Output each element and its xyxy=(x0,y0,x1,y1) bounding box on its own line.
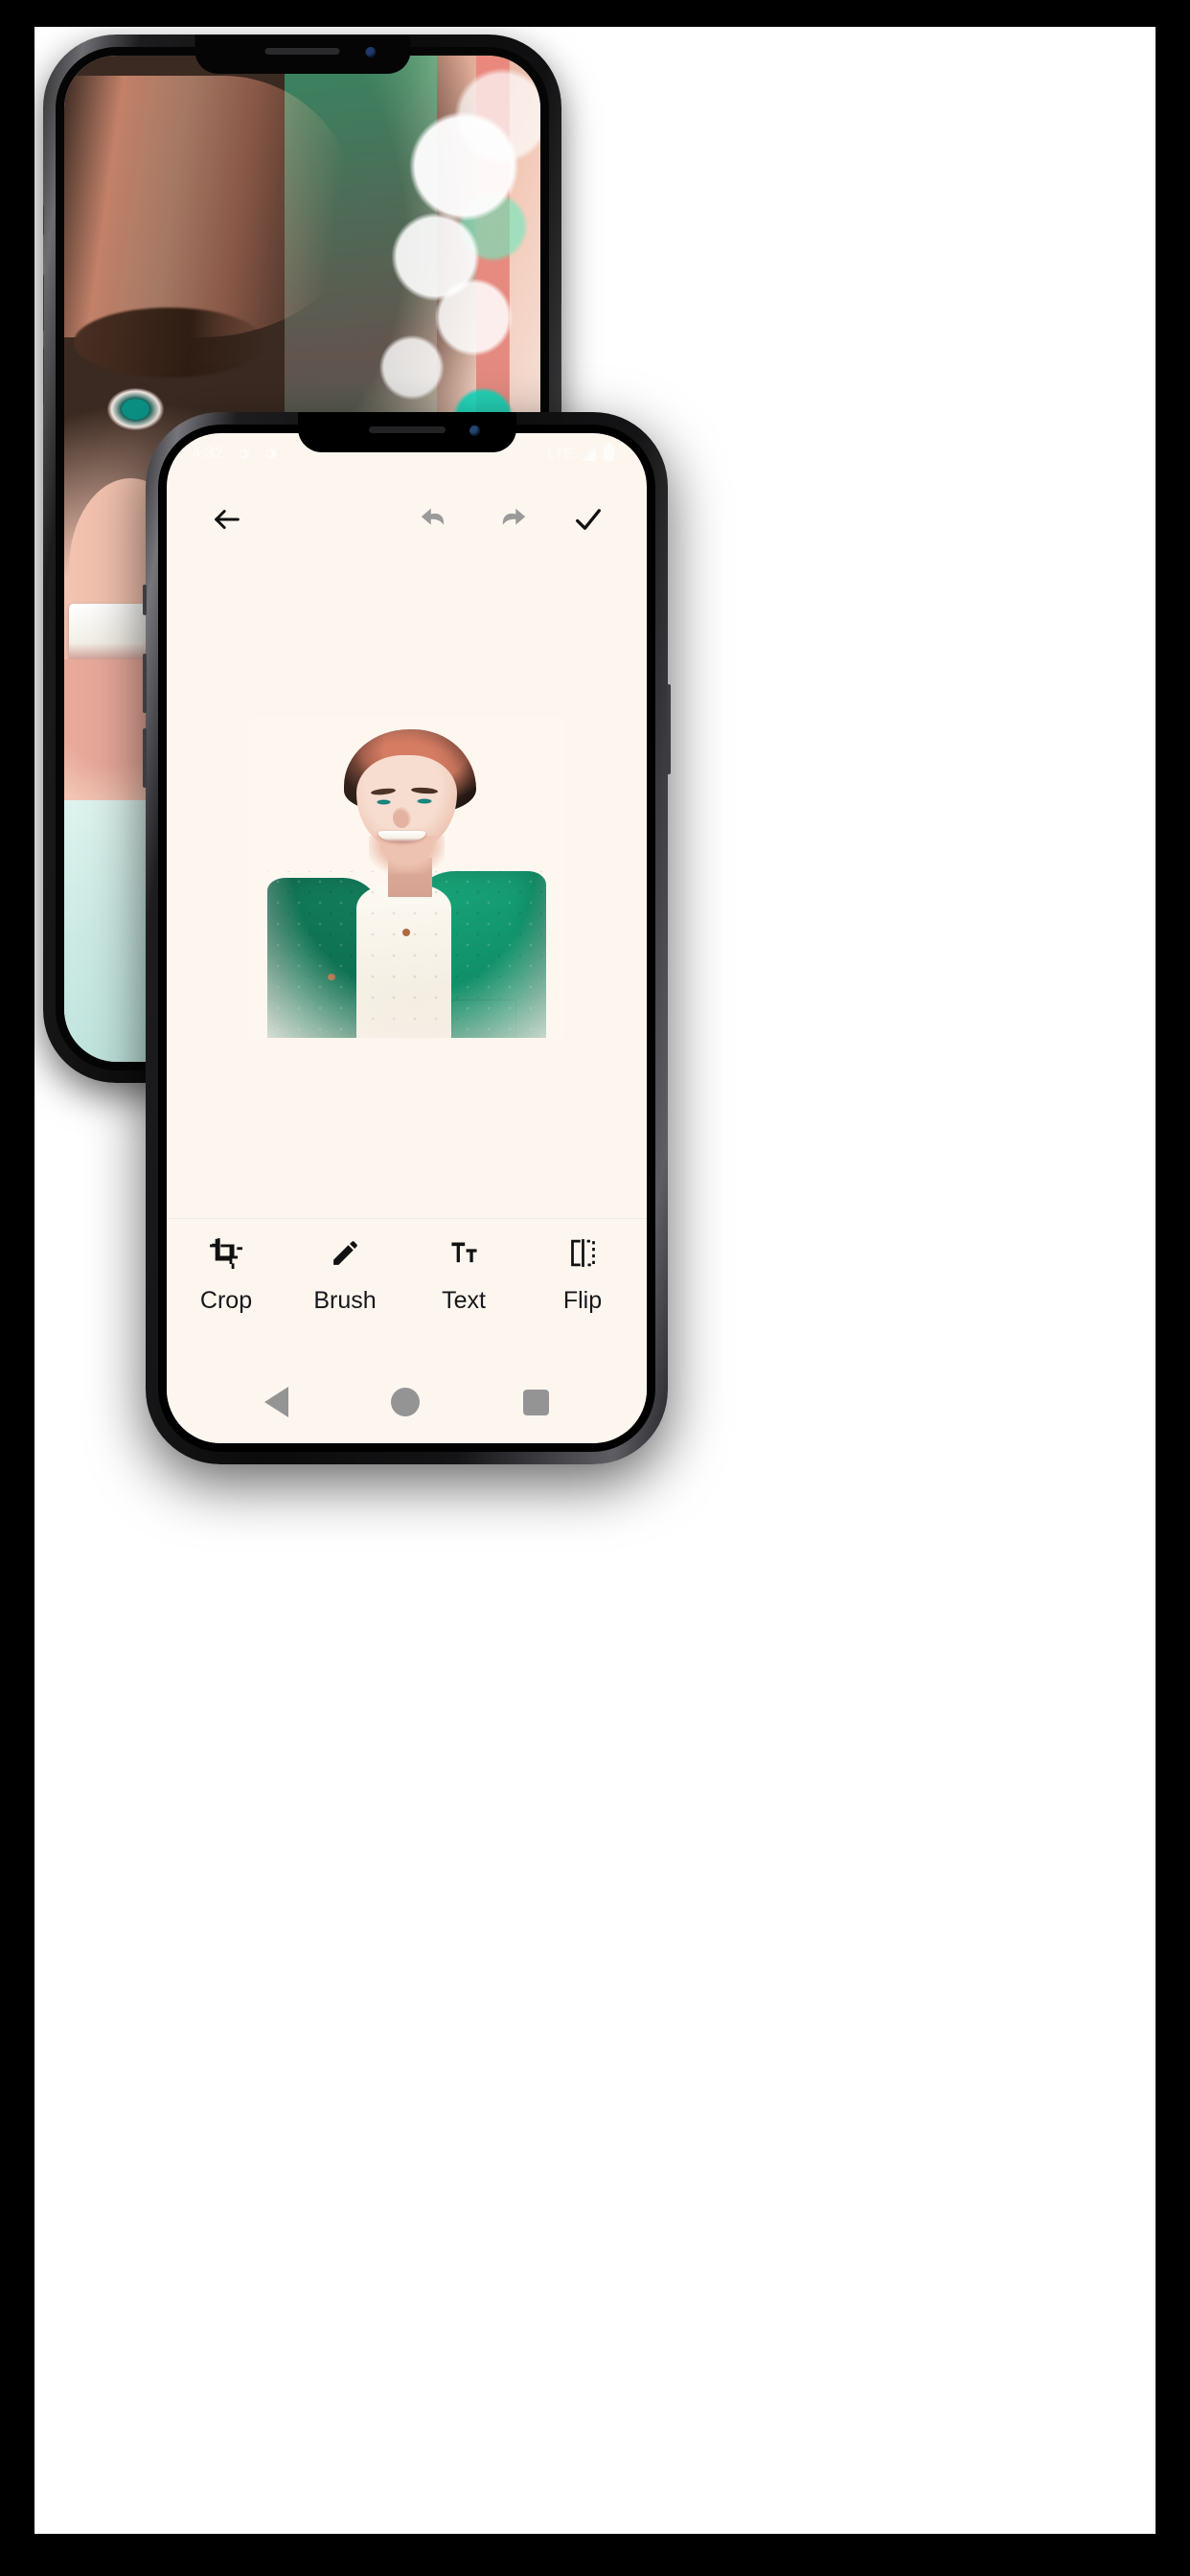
network-label: LTE xyxy=(547,445,574,462)
volume-down-button xyxy=(143,728,147,788)
volume-down-button xyxy=(43,347,44,404)
tool-crop[interactable]: Crop xyxy=(167,1234,286,1315)
tool-label: Flip xyxy=(562,1287,603,1314)
tool-rotate-left[interactable]: Rotate left xyxy=(642,1234,647,1315)
tool-label: Brush xyxy=(313,1287,377,1314)
nav-back-button[interactable] xyxy=(263,1387,288,1417)
status-bar-left: 4:32 xyxy=(192,444,277,463)
speaker-grille-icon xyxy=(264,48,340,55)
redo-icon xyxy=(502,508,526,525)
photo-nose xyxy=(392,806,412,828)
photo-eye xyxy=(106,387,165,430)
photo-eyebrow xyxy=(73,307,264,378)
foreground-phone-notch xyxy=(297,412,516,452)
pencil-icon xyxy=(330,1234,361,1271)
tool-label: Text xyxy=(442,1287,486,1314)
volume-up-button xyxy=(43,274,44,332)
nav-recents-button[interactable] xyxy=(523,1389,550,1415)
tool-text[interactable]: Text xyxy=(404,1234,523,1315)
status-bar-right: LTE xyxy=(547,446,622,462)
photo-eye-left xyxy=(375,798,392,806)
checkmark-icon xyxy=(576,509,601,530)
done-button[interactable] xyxy=(562,494,614,545)
editor-canvas[interactable] xyxy=(167,565,647,1218)
edited-photo[interactable] xyxy=(248,717,565,1038)
back-button[interactable] xyxy=(201,494,253,545)
nav-home-button[interactable] xyxy=(391,1388,421,1416)
gear-icon xyxy=(236,447,250,461)
photo-white-tshirt xyxy=(355,884,451,1038)
mute-switch xyxy=(43,205,44,236)
tool-flip[interactable]: Flip xyxy=(523,1234,642,1315)
power-button xyxy=(667,684,671,774)
signal-icon xyxy=(581,447,597,461)
background-phone-notch xyxy=(195,34,410,74)
front-camera-icon xyxy=(365,47,376,58)
volume-up-button xyxy=(143,654,147,713)
crop-icon xyxy=(210,1234,242,1271)
foreground-phone-device: 4:32 LTE Crop Brush Text Flip xyxy=(143,412,671,1464)
mute-switch xyxy=(143,585,147,615)
battery-icon xyxy=(604,446,614,461)
redo-button[interactable] xyxy=(486,494,538,545)
undo-button[interactable] xyxy=(409,494,461,545)
editor-app-bar xyxy=(167,473,647,565)
tool-brush[interactable]: Brush xyxy=(286,1234,404,1315)
flip-icon xyxy=(567,1234,599,1271)
speaker-grille-icon xyxy=(368,426,446,433)
gear-icon xyxy=(263,447,277,461)
front-camera-icon xyxy=(469,426,480,436)
photo-hair-highlight xyxy=(64,76,360,337)
editor-toolbar[interactable]: Crop Brush Text Flip xyxy=(167,1218,647,1361)
photo-shirt-pocket xyxy=(450,999,516,1038)
foreground-phone-screen: 4:32 LTE Crop Brush Text Flip xyxy=(167,433,647,1443)
text-format-icon xyxy=(448,1234,480,1271)
photo-eye-right xyxy=(416,797,433,805)
status-bar-clock: 4:32 xyxy=(192,444,224,462)
undo-icon xyxy=(421,508,445,525)
android-nav-bar[interactable] xyxy=(167,1361,647,1443)
arrow-left-icon xyxy=(215,510,240,529)
tool-label: Crop xyxy=(199,1287,253,1314)
